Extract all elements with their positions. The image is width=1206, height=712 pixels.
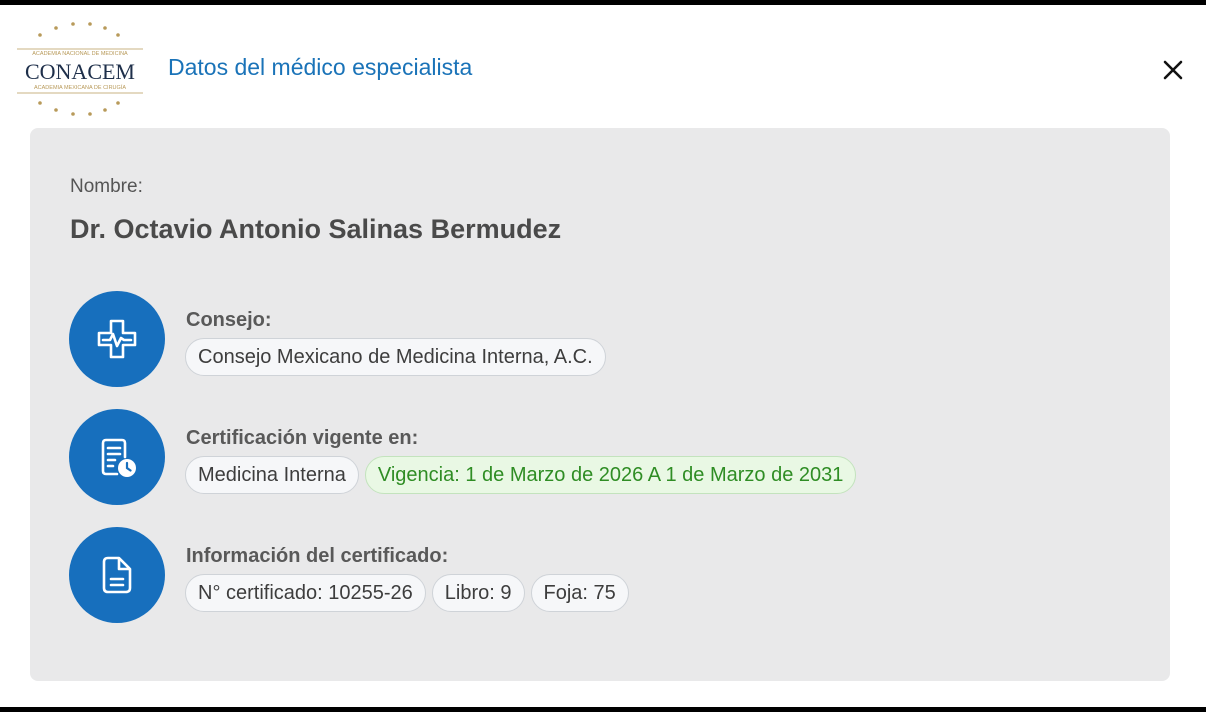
close-button[interactable] [1156, 53, 1190, 87]
doctor-name: Dr. Octavio Antonio Salinas Bermudez [70, 214, 562, 244]
certificado-label: Información del certificado: [186, 545, 449, 567]
consejo-label: Consejo: [186, 309, 272, 331]
consejo-chip: Consejo Mexicano de Medicina Interna, A.… [185, 338, 606, 376]
medical-cross-icon [97, 319, 137, 359]
conacem-logo: ACADEMIA NACIONAL DE MEDICINA CONACEM AC… [14, 19, 146, 119]
logo-name: CONACEM [25, 59, 135, 84]
certificacion-row: Certificación vigente en: Medicina Inter… [69, 409, 1129, 507]
consejo-row: Consejo: Consejo Mexicano de Medicina In… [69, 291, 1129, 389]
specialty-chip: Medicina Interna [185, 456, 359, 494]
certificado-row: Información del certificado: N° certific… [69, 527, 1129, 625]
doctor-info-card: Nombre: Dr. Octavio Antonio Salinas Berm… [30, 128, 1170, 681]
certificado-icon-circle [69, 527, 165, 623]
certificado-chips: N° certificado: 10255-26 Libro: 9 Foja: … [185, 574, 629, 612]
modal-title: Datos del médico especialista [168, 54, 473, 80]
name-label: Nombre: [70, 176, 143, 197]
certificate-clock-icon [101, 438, 136, 477]
certificacion-chips: Medicina Interna Vigencia: 1 de Marzo de… [185, 456, 857, 494]
libro-chip: Libro: 9 [431, 574, 525, 612]
certificate-modal: ACADEMIA NACIONAL DE MEDICINA CONACEM AC… [0, 5, 1206, 707]
consejo-icon-circle [69, 291, 165, 387]
foja-chip: Foja: 75 [530, 574, 629, 612]
consejo-chips: Consejo Mexicano de Medicina Interna, A.… [185, 338, 606, 376]
certificacion-icon-circle [69, 409, 165, 505]
vigencia-chip: Vigencia: 1 de Marzo de 2026 A 1 de Marz… [364, 456, 857, 494]
document-icon [102, 556, 132, 594]
logo-bottom-text: ACADEMIA MEXICANA DE CIRUGÍA [34, 84, 126, 91]
certificacion-label: Certificación vigente en: [186, 427, 419, 449]
certificate-number-chip: N° certificado: 10255-26 [185, 574, 426, 612]
close-icon [1163, 60, 1183, 80]
logo-top-text: ACADEMIA NACIONAL DE MEDICINA [32, 51, 128, 57]
